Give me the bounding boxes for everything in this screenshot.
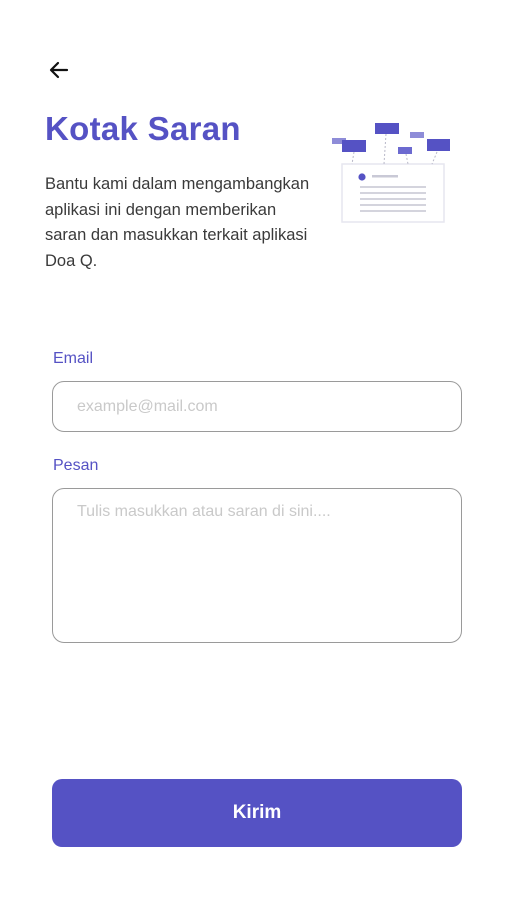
back-button[interactable] (44, 56, 74, 84)
message-label: Pesan (53, 457, 99, 474)
page-description: Bantu kami dalam mengambangkan aplikasi … (45, 175, 310, 270)
email-input[interactable] (52, 381, 462, 432)
submit-button[interactable]: Kirim (52, 779, 462, 847)
message-input[interactable] (52, 488, 462, 643)
arrow-left-icon (49, 61, 69, 79)
feedback-screen: Kotak Saran Bantu kami dalam mengambangk… (0, 0, 506, 900)
page-title: Kotak Saran (45, 110, 241, 147)
email-label: Email (53, 350, 94, 367)
feedback-illustration (332, 123, 450, 223)
